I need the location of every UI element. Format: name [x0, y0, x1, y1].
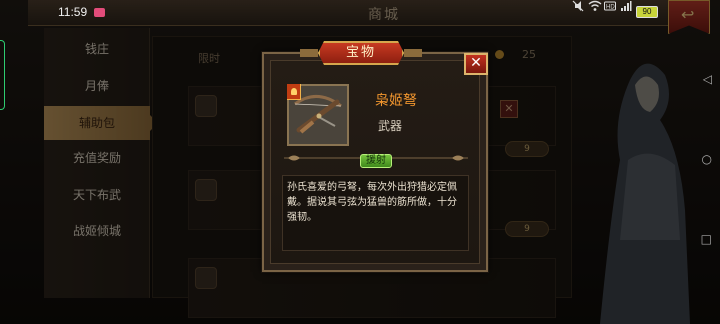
wifi-icon: [588, 0, 602, 11]
rank-icon: [287, 84, 301, 100]
item-description: 孙氏喜爱的弓弩，每次外出狩猎必定佩戴。据说其弓弦为猛兽的筋所做，十分强韧。: [287, 182, 457, 223]
nav-home-icon[interactable]: ○: [702, 152, 712, 166]
clock: 11:59: [58, 5, 88, 19]
svg-text:HD: HD: [606, 5, 615, 11]
header-ornament: [300, 49, 318, 57]
dialog-title: 宝物: [345, 45, 376, 60]
signal-icon: [621, 1, 632, 11]
battery-indicator: 90: [636, 6, 658, 18]
header-ornament: [404, 49, 422, 57]
status-bar: 11:59 HD 90: [0, 0, 720, 26]
hd-icon: HD: [604, 1, 616, 11]
mute-icon: [572, 0, 584, 12]
skill-tag: 援射: [360, 154, 392, 168]
dialog-header: 宝物: [318, 41, 404, 65]
notification-icon: [94, 8, 105, 17]
side-panel-handle[interactable]: [0, 40, 5, 110]
nav-recents-icon[interactable]: □: [701, 232, 712, 246]
close-button[interactable]: ✕: [464, 53, 488, 75]
item-name: 枭姬弩: [375, 93, 417, 109]
nav-back-icon[interactable]: ◁: [703, 72, 712, 86]
item-type: 武器: [378, 119, 403, 133]
description-box: 孙氏喜爱的弓弩，每次外出狩猎必定佩戴。据说其弓弦为猛兽的筋所做，十分强韧。: [282, 175, 469, 251]
